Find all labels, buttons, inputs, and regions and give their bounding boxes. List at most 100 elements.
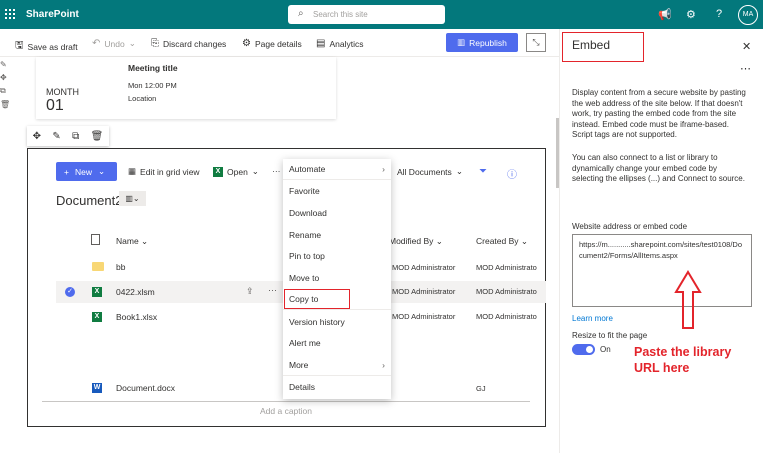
gear-icon[interactable]: ⚙ <box>686 8 696 21</box>
collapse-icon[interactable]: ⤡ <box>526 33 546 52</box>
copy-icon[interactable]: ⧉ <box>0 86 9 96</box>
checkmark-icon[interactable]: ✓ <box>65 287 75 297</box>
menu-item-label: Download <box>289 208 327 218</box>
column-header-created-by[interactable]: Created By ⌄ <box>476 236 528 247</box>
more-actions-icon[interactable]: ··· <box>272 166 281 176</box>
menu-item-automate[interactable]: Automate › <box>283 159 391 180</box>
panel-description: Display content from a secure website by… <box>572 88 746 139</box>
library-view-icon[interactable]: ▥⌄ <box>119 191 146 206</box>
delete-icon[interactable]: 🗑 <box>0 100 10 109</box>
library-title[interactable]: Document2 <box>56 193 122 208</box>
menu-item-pin-to-top[interactable]: Pin to top <box>283 246 391 267</box>
save-as-draft-button[interactable]: 🖫 Save as draft <box>15 38 78 55</box>
menu-item-label: Favorite <box>289 186 320 196</box>
republish-icon: ▥ <box>457 37 466 47</box>
menu-item-download[interactable]: Download <box>283 203 391 224</box>
menu-item-more[interactable]: More › <box>283 355 391 376</box>
filter-icon[interactable]: ⏷ <box>479 166 487 177</box>
avatar[interactable]: MA <box>738 5 758 25</box>
page-details-label: Page details <box>254 38 302 49</box>
resize-label: Resize to fit the page <box>572 331 648 340</box>
more-icon[interactable]: ⋯ <box>268 285 277 296</box>
file-name[interactable]: Document.docx <box>116 383 175 393</box>
duplicate-icon[interactable]: ⧉ <box>72 131 79 142</box>
created-by-cell: GJ <box>476 384 486 393</box>
open-button[interactable]: X Open ⌄ <box>213 166 259 177</box>
created-by-cell: MOD Administrato <box>476 312 537 321</box>
context-menu: Automate › Favorite Download Rename Pin t… <box>283 159 391 399</box>
more-options-icon[interactable]: ⋯ <box>740 62 751 75</box>
chevron-down-icon: ⌄ <box>455 166 463 176</box>
menu-item-label: Automate <box>289 164 326 174</box>
gear-icon: ⚙ <box>242 38 251 49</box>
megaphone-icon[interactable]: 📢 <box>658 8 672 21</box>
menu-item-rename[interactable]: Rename <box>283 225 391 246</box>
search-icon: ⌕ <box>298 8 304 19</box>
file-name[interactable]: Book1.xlsx <box>116 312 157 322</box>
menu-item-label: Version history <box>289 317 345 327</box>
app-launcher-icon[interactable] <box>5 9 15 19</box>
chevron-down-icon: ⌄ <box>97 166 106 176</box>
excel-icon: X <box>92 312 102 322</box>
menu-item-alert-me[interactable]: Alert me <box>283 333 391 354</box>
menu-item-favorite[interactable]: Favorite <box>283 181 391 202</box>
menu-item-move-to[interactable]: Move to <box>283 268 391 289</box>
column-header-name[interactable]: Name ⌄ <box>116 236 148 247</box>
discard-changes-button[interactable]: ⎘ Discard changes <box>151 38 226 49</box>
annotation-line-1: Paste the library <box>634 345 732 359</box>
embed-code-field[interactable]: https://m...........sharepoint.com/sites… <box>572 234 752 307</box>
new-button[interactable]: + New ⌄ <box>56 162 117 181</box>
event-month: MONTH <box>46 87 79 97</box>
edit-icon[interactable]: ✎ <box>52 131 60 142</box>
canvas-scrollbar[interactable] <box>556 118 559 188</box>
resize-toggle[interactable] <box>572 344 595 355</box>
menu-item-label: Move to <box>289 273 320 283</box>
learn-more-link[interactable]: Learn more <box>572 314 613 323</box>
close-icon[interactable]: ✕ <box>742 40 751 53</box>
event-location: Location <box>128 94 157 103</box>
view-selector[interactable]: All Documents ⌄ <box>397 166 463 177</box>
analytics-button[interactable]: ▤ Analytics <box>316 38 363 49</box>
caption-input[interactable]: Add a caption <box>260 406 312 416</box>
modified-by-cell: MOD Administrator <box>392 312 456 321</box>
undo-button[interactable]: ↶ Undo ⌄ <box>92 38 136 49</box>
event-title: Meeting title <box>128 63 178 73</box>
panel-description-connect: You can also connect to a list or librar… <box>572 153 745 183</box>
app-name[interactable]: SharePoint <box>26 9 79 20</box>
edit-icon[interactable]: ✎ <box>0 60 9 69</box>
analytics-icon: ▤ <box>316 38 326 49</box>
menu-item-label: Rename <box>289 230 322 240</box>
discard-icon: ⎘ <box>151 38 159 49</box>
divider <box>42 401 530 402</box>
move-icon[interactable]: ✥ <box>33 131 41 142</box>
menu-item-details[interactable]: Details <box>283 377 391 398</box>
search-box[interactable]: ⌕ Search this site <box>288 5 445 24</box>
discard-label: Discard changes <box>163 38 227 49</box>
menu-item-label: More <box>289 360 309 370</box>
page-details-button[interactable]: ⚙ Page details <box>242 38 302 49</box>
help-icon[interactable]: ? <box>716 8 722 20</box>
plus-icon: + <box>64 166 69 177</box>
modified-by-cell: MOD Administrator <box>392 263 456 272</box>
edit-grid-button[interactable]: ▦ Edit in grid view <box>128 166 200 177</box>
info-icon[interactable]: ⓘ <box>507 166 517 181</box>
share-icon[interactable]: ⇪ <box>246 286 254 297</box>
event-card[interactable]: MONTH 01 Meeting title Mon 12:00 PM Loca… <box>36 57 336 119</box>
delete-icon[interactable]: 🗑 <box>91 131 104 142</box>
event-day: 01 <box>46 97 64 114</box>
move-icon[interactable]: ✥ <box>0 73 9 82</box>
file-name[interactable]: bb <box>116 262 125 272</box>
menu-item-version-history[interactable]: Version history <box>283 312 391 333</box>
chevron-right-icon: › <box>382 360 385 370</box>
excel-icon: X <box>213 166 223 177</box>
file-name[interactable]: 0422.xlsm <box>116 287 155 297</box>
file-type-icon <box>91 234 100 245</box>
republish-button[interactable]: ▥ Republish <box>446 33 518 52</box>
left-toolbox: ✎ ✥ ⧉ 🗑 <box>0 60 10 113</box>
webpart-toolbar: ✥ ✎ ⧉ 🗑 <box>27 126 109 146</box>
save-as-draft-label: Save as draft <box>27 41 78 52</box>
column-header-modified-by[interactable]: Modified By ⌄ <box>389 236 443 247</box>
search-placeholder: Search this site <box>313 10 368 19</box>
edit-grid-label: Edit in grid view <box>140 166 200 177</box>
toggle-state: On <box>600 345 611 354</box>
